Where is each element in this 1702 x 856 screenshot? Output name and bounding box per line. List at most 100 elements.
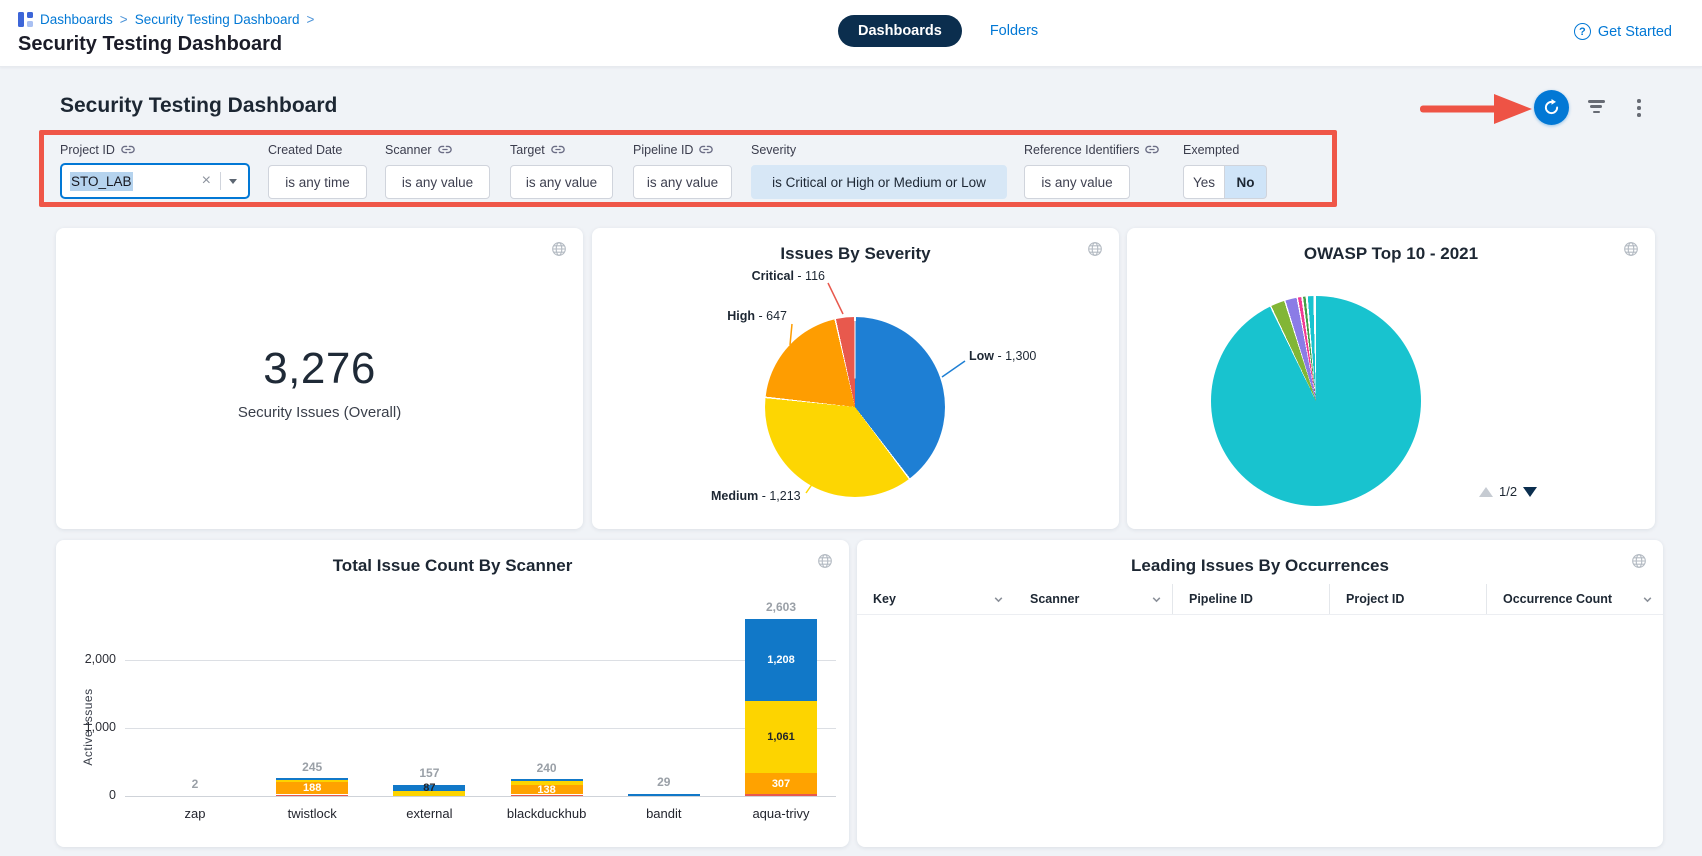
scanner-chip[interactable]: is any value [385,165,490,199]
breadcrumb-item-current[interactable]: Security Testing Dashboard [135,12,300,27]
filter-created-date: Created Date is any time [268,142,367,199]
card-total-issue-count-by-scanner: Total Issue Count By Scanner Active Issu… [56,540,849,847]
bar-total-label: 240 [502,761,592,775]
severity-chip[interactable]: is Critical or High or Medium or Low [751,165,1007,199]
breadcrumb: Dashboards > Security Testing Dashboard … [18,12,314,27]
filter-reference-identifiers-label: Reference Identifiers [1024,143,1139,157]
exempted-yes-option[interactable]: Yes [1183,165,1225,199]
filter-reference-identifiers: Reference Identifiers is any value [1024,142,1159,199]
chevron-down-icon[interactable] [229,179,237,184]
reference-identifiers-chip[interactable]: is any value [1024,165,1130,199]
page-up-icon[interactable] [1479,487,1493,497]
bar-segment-medium: 1,061 [745,701,817,773]
filter-pipeline-id: Pipeline ID is any value [633,142,732,199]
column-header-project-id: Project ID [1329,584,1486,614]
page-down-icon[interactable] [1523,487,1537,497]
owasp-pie-chart [1211,296,1421,506]
bar-segment-medium [511,781,583,785]
link-icon [121,143,135,156]
x-axis-label: blackduckhub [492,806,602,821]
dashboards-grid-icon [18,12,33,27]
sort-chevron-icon[interactable] [1642,594,1653,605]
tab-dashboards[interactable]: Dashboards [838,15,962,47]
column-header-key[interactable]: Key [857,584,1014,614]
owasp-legend-pager: 1/2 [1479,484,1537,499]
bar-segment-high: 138 [511,785,583,794]
scanner-chart-title: Total Issue Count By Scanner [56,556,849,576]
globe-icon [551,241,567,257]
bar-segment-low [628,794,700,796]
link-icon [438,143,452,156]
severity-pie-chart [765,317,945,497]
exempted-no-option[interactable]: No [1225,165,1267,199]
filter-severity: Severity is Critical or High or Medium o… [751,142,1007,199]
x-axis-label: aqua-trivy [726,806,836,821]
severity-chart-title: Issues By Severity [592,244,1119,264]
bar-total-label: 29 [619,775,709,789]
gridline [125,796,836,797]
filter-project-id-label: Project ID [60,143,115,157]
filter-scanner: Scanner is any value [385,142,490,199]
globe-icon [817,553,833,569]
input-divider [220,172,221,190]
link-icon [699,143,713,156]
sort-chevron-icon[interactable] [993,594,1004,605]
exempted-toggle: Yes No [1183,165,1267,199]
pie-label-critical: Critical - 116 [752,269,825,283]
bar-segment-low: 87 [393,785,465,791]
card-owasp-top-10: OWASP Top 10 - 2021 1/2 [1127,228,1655,529]
filter-target-label: Target [510,143,545,157]
column-label: Project ID [1346,592,1404,606]
bar-total-label: 2 [150,777,240,791]
overall-issue-count: 3,276 [56,344,583,394]
get-started-link[interactable]: ? Get Started [1574,23,1672,40]
bar-segment-value: 87 [423,782,435,794]
bar-total-label: 2,603 [736,600,826,614]
gridline [125,660,836,661]
column-label: Scanner [1030,592,1079,606]
refresh-icon [1543,99,1560,116]
help-icon: ? [1574,23,1591,40]
bar-segment-value: 188 [303,782,321,794]
column-label: Occurrence Count [1503,592,1612,606]
column-label: Key [873,592,896,606]
bar-total-label: 157 [384,766,474,780]
bar-segment-low [276,778,348,780]
filter-pipeline-id-label: Pipeline ID [633,143,693,157]
globe-icon [1631,553,1647,569]
pipeline-id-chip[interactable]: is any value [633,165,732,199]
column-label: Pipeline ID [1189,592,1253,606]
more-options-button[interactable] [1632,96,1646,120]
bar-segment-low [511,779,583,781]
globe-icon [1623,241,1639,257]
dashboard-filters-button[interactable] [1586,100,1606,116]
filter-exempted-label: Exempted [1183,143,1239,157]
breadcrumb-item-dashboards[interactable]: Dashboards [40,12,113,27]
refresh-button[interactable] [1534,90,1569,125]
top-bar: Dashboards > Security Testing Dashboard … [0,0,1702,67]
bar-segment-medium [276,780,348,782]
tab-bar: Dashboards Folders [838,15,1038,47]
globe-icon [1087,241,1103,257]
bar-segment-value: 138 [537,784,555,796]
column-header-occurrence-count[interactable]: Occurrence Count [1486,584,1663,614]
x-axis-label: twistlock [257,806,367,821]
owasp-chart-title: OWASP Top 10 - 2021 [1127,244,1655,264]
card-issues-by-severity: Issues By Severity Critical - 116 High -… [592,228,1119,529]
x-axis-label: bandit [609,806,719,821]
card-leading-issues-by-occurrences: Leading Issues By Occurrences Key Scanner… [857,540,1663,847]
bar-total-label: 245 [267,760,357,774]
dashboard-title: Security Testing Dashboard [60,94,337,118]
project-id-input[interactable]: STO_LAB × [60,163,250,199]
target-chip[interactable]: is any value [510,165,613,199]
sort-chevron-icon[interactable] [1151,594,1162,605]
pie-label-low: Low - 1,300 [969,349,1036,363]
occurrences-header-row: Key Scanner Pipeline ID Project ID Occurrenc… [857,584,1663,615]
clear-icon[interactable]: × [198,173,215,189]
x-axis-label: external [374,806,484,821]
created-date-chip[interactable]: is any time [268,165,367,199]
y-tick-label: 1,000 [62,720,116,734]
column-header-scanner[interactable]: Scanner [1014,584,1172,614]
tab-folders[interactable]: Folders [990,23,1038,39]
occurrences-table-title: Leading Issues By Occurrences [857,556,1663,576]
